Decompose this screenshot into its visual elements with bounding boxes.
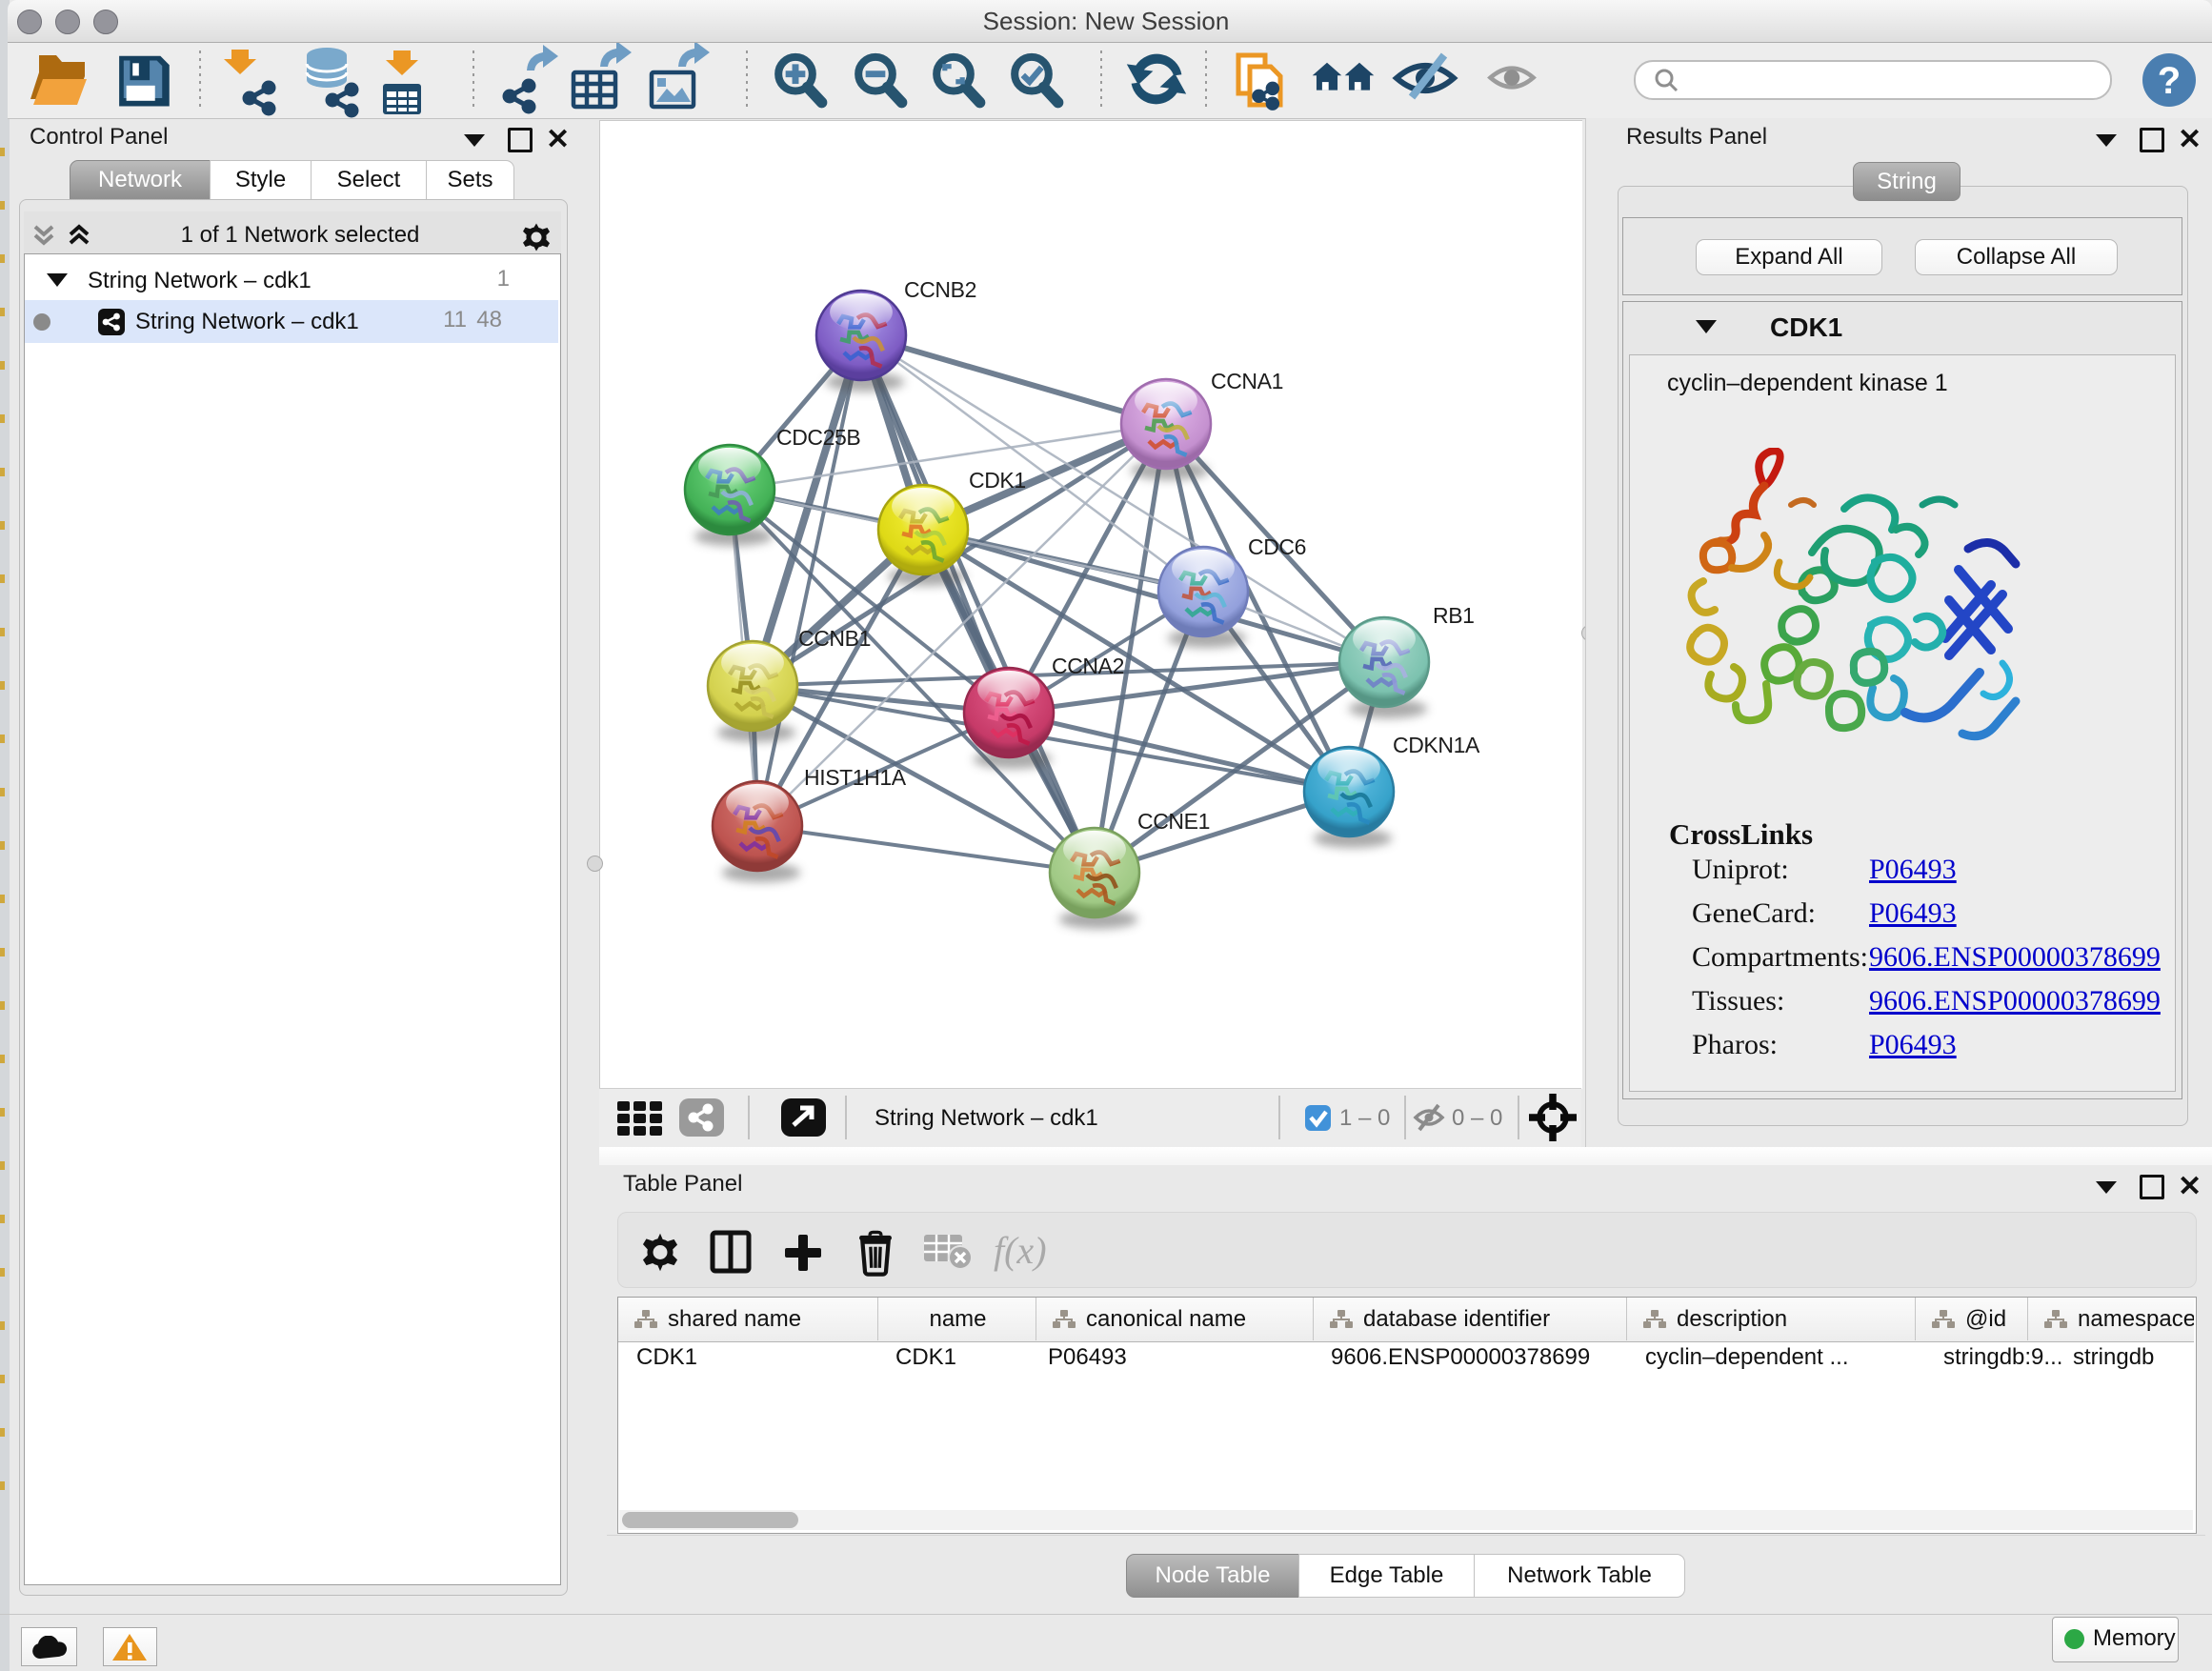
svg-text:0 – 0: 0 – 0 — [1452, 1105, 1502, 1131]
svg-text:CDC25B: CDC25B — [776, 425, 860, 450]
svg-text:CCNB1: CCNB1 — [798, 626, 871, 651]
svg-text:CCNA1: CCNA1 — [1211, 369, 1283, 393]
svg-text:RB1: RB1 — [1433, 603, 1475, 628]
svg-text:CDKN1A: CDKN1A — [1393, 733, 1480, 757]
svg-text:HIST1H1A: HIST1H1A — [804, 765, 907, 790]
svg-text:String Network – cdk1: String Network – cdk1 — [875, 1105, 1098, 1131]
svg-text:1 – 0: 1 – 0 — [1339, 1105, 1390, 1131]
svg-text:CDK1: CDK1 — [969, 468, 1026, 493]
svg-text:CCNA2: CCNA2 — [1052, 654, 1124, 678]
svg-text:?: ? — [2158, 60, 2181, 102]
svg-text:CCNE1: CCNE1 — [1137, 809, 1210, 834]
svg-text:f(x): f(x) — [994, 1229, 1047, 1272]
svg-text:CCNB2: CCNB2 — [904, 277, 976, 302]
svg-text:CDC6: CDC6 — [1248, 534, 1306, 559]
